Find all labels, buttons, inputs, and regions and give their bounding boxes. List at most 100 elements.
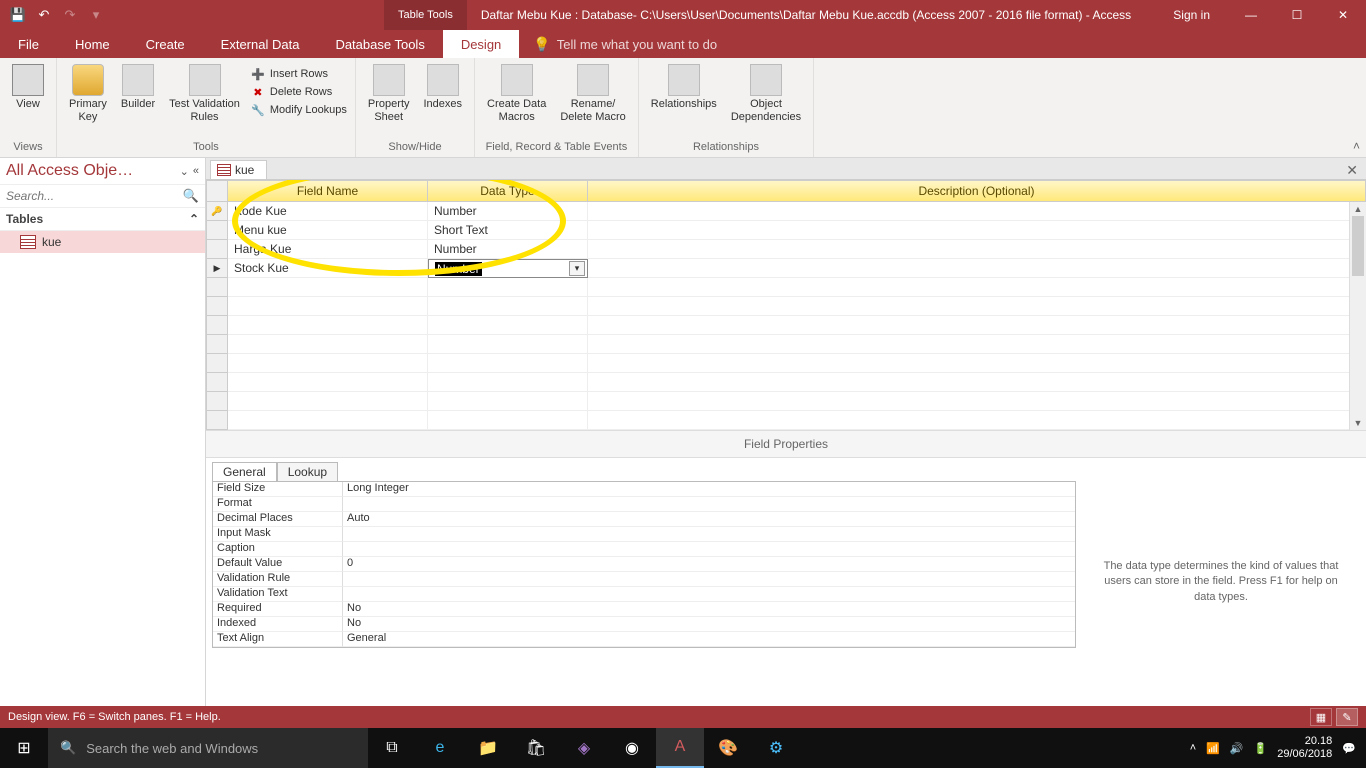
description-cell[interactable] — [588, 221, 1366, 240]
settings-icon[interactable]: ⚙ — [752, 728, 800, 768]
table-row[interactable]: ▶Stock KueNumber▾ — [206, 259, 1366, 278]
col-field-name[interactable]: Field Name — [228, 180, 428, 202]
property-row[interactable]: Text AlignGeneral — [213, 632, 1075, 647]
rename-delete-macro-button[interactable]: Rename/ Delete Macro — [556, 62, 629, 125]
property-value[interactable] — [343, 527, 1075, 542]
description-cell[interactable] — [588, 373, 1366, 392]
row-selector[interactable] — [206, 240, 228, 259]
property-row[interactable]: RequiredNo — [213, 602, 1075, 617]
document-tab-kue[interactable]: kue — [210, 160, 267, 179]
notifications-icon[interactable]: 💬 — [1342, 742, 1356, 755]
test-validation-button[interactable]: Test Validation Rules — [165, 62, 244, 125]
row-selector[interactable] — [206, 221, 228, 240]
qat-customize-icon[interactable]: ▾ — [84, 3, 108, 27]
field-name-cell[interactable] — [228, 335, 428, 354]
table-row[interactable] — [206, 335, 1366, 354]
property-row[interactable]: Default Value0 — [213, 557, 1075, 572]
data-type-cell[interactable] — [428, 335, 588, 354]
property-value[interactable] — [343, 497, 1075, 512]
data-type-cell[interactable]: Number — [428, 240, 588, 259]
delete-rows-button[interactable]: ✖Delete Rows — [250, 84, 347, 100]
table-row[interactable] — [206, 392, 1366, 411]
table-row[interactable] — [206, 411, 1366, 430]
property-row[interactable]: Validation Rule — [213, 572, 1075, 587]
design-view-button[interactable]: ✎ — [1336, 708, 1358, 726]
store-icon[interactable]: 🛍 — [512, 728, 560, 768]
nav-collapse-icon[interactable]: « — [193, 165, 199, 178]
close-button[interactable]: ✕ — [1320, 0, 1366, 30]
property-value[interactable]: Long Integer — [343, 482, 1075, 497]
field-name-cell[interactable] — [228, 316, 428, 335]
description-cell[interactable] — [588, 354, 1366, 373]
row-selector[interactable] — [206, 354, 228, 373]
data-type-cell[interactable] — [428, 392, 588, 411]
description-cell[interactable] — [588, 278, 1366, 297]
taskbar-search[interactable]: 🔍 Search the web and Windows — [48, 728, 368, 768]
collapse-ribbon-icon[interactable]: ˄ — [1353, 139, 1360, 153]
row-selector[interactable]: ▶ — [206, 259, 228, 278]
tab-external-data[interactable]: External Data — [203, 30, 318, 58]
table-row[interactable] — [206, 278, 1366, 297]
property-value[interactable]: No — [343, 617, 1075, 632]
tell-me[interactable]: 💡 Tell me what you want to do — [519, 30, 717, 58]
select-all-cell[interactable] — [206, 180, 228, 202]
row-selector[interactable] — [206, 392, 228, 411]
row-selector[interactable] — [206, 373, 228, 392]
table-row[interactable] — [206, 316, 1366, 335]
row-selector[interactable]: 🔑 — [206, 202, 228, 221]
dropdown-icon[interactable]: ▾ — [569, 261, 585, 276]
access-icon[interactable]: A — [656, 728, 704, 768]
modify-lookups-button[interactable]: 🔧Modify Lookups — [250, 102, 347, 118]
tab-file[interactable]: File — [0, 30, 57, 58]
data-type-cell[interactable] — [428, 316, 588, 335]
data-type-cell[interactable] — [428, 278, 588, 297]
nav-dropdown-icon[interactable]: ⌄ — [180, 165, 189, 178]
clock[interactable]: 20.18 29/06/2018 — [1277, 735, 1332, 761]
data-type-cell[interactable]: Number — [428, 202, 588, 221]
row-selector[interactable] — [206, 411, 228, 430]
object-dependencies-button[interactable]: Object Dependencies — [727, 62, 805, 125]
property-sheet-button[interactable]: Property Sheet — [364, 62, 414, 125]
data-type-cell[interactable] — [428, 297, 588, 316]
description-cell[interactable] — [588, 259, 1366, 278]
tab-home[interactable]: Home — [57, 30, 128, 58]
explorer-icon[interactable]: 📁 — [464, 728, 512, 768]
view-button[interactable]: View — [8, 62, 48, 113]
datasheet-view-button[interactable]: ▦ — [1310, 708, 1332, 726]
indexes-button[interactable]: Indexes — [420, 62, 467, 113]
primary-key-button[interactable]: Primary Key — [65, 62, 111, 125]
save-icon[interactable]: 💾 — [6, 3, 30, 27]
description-cell[interactable] — [588, 316, 1366, 335]
minimize-button[interactable]: — — [1228, 0, 1274, 30]
tab-create[interactable]: Create — [128, 30, 203, 58]
row-selector[interactable] — [206, 297, 228, 316]
insert-rows-button[interactable]: ➕Insert Rows — [250, 66, 347, 82]
description-cell[interactable] — [588, 411, 1366, 430]
volume-icon[interactable]: 🔊 — [1230, 742, 1244, 755]
property-row[interactable]: Format — [213, 497, 1075, 512]
property-row[interactable]: Caption — [213, 542, 1075, 557]
document-close-button[interactable]: ✕ — [1338, 162, 1366, 179]
description-cell[interactable] — [588, 297, 1366, 316]
signin-link[interactable]: Sign in — [1155, 8, 1228, 22]
field-name-cell[interactable] — [228, 297, 428, 316]
row-selector[interactable] — [206, 278, 228, 297]
property-value[interactable]: General — [343, 632, 1075, 647]
description-cell[interactable] — [588, 240, 1366, 259]
nav-search-input[interactable] — [6, 189, 179, 203]
field-name-cell[interactable]: Menu kue — [228, 221, 428, 240]
data-type-cell[interactable]: Short Text — [428, 221, 588, 240]
fp-tab-lookup[interactable]: Lookup — [277, 462, 338, 482]
field-name-cell[interactable] — [228, 373, 428, 392]
start-button[interactable]: ⊞ — [0, 728, 48, 768]
undo-icon[interactable]: ↶ — [32, 3, 56, 27]
field-name-cell[interactable] — [228, 392, 428, 411]
table-row[interactable]: Menu kueShort Text — [206, 221, 1366, 240]
table-row[interactable] — [206, 297, 1366, 316]
tray-expand-icon[interactable]: ˄ — [1190, 742, 1196, 754]
property-row[interactable]: Field SizeLong Integer — [213, 482, 1075, 497]
property-value[interactable] — [343, 572, 1075, 587]
battery-icon[interactable]: 🔋 — [1254, 742, 1268, 755]
description-cell[interactable] — [588, 335, 1366, 354]
vertical-scrollbar[interactable]: ▲ ▼ — [1349, 202, 1366, 430]
